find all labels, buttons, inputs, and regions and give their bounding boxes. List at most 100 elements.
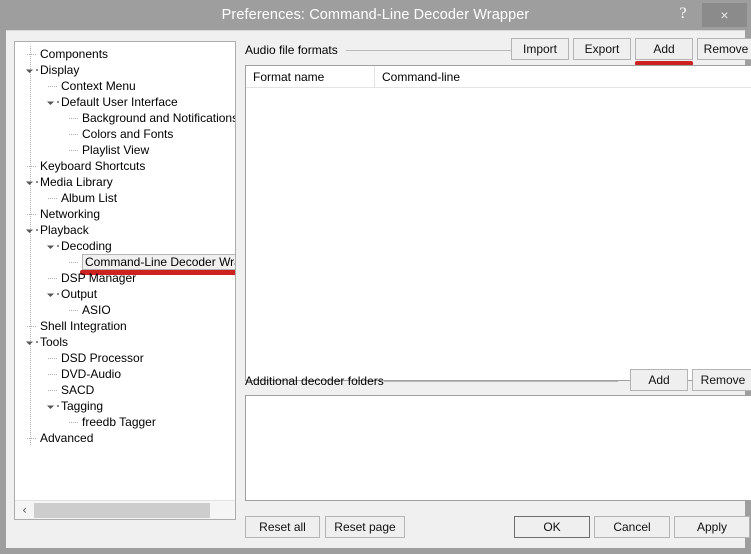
tree-connector: [27, 326, 36, 327]
tree-item[interactable]: Shell Integration: [15, 318, 235, 334]
add-formats-button[interactable]: Add: [635, 38, 693, 60]
tree-items: Components Display Context Menu Default Use…: [15, 46, 235, 499]
apply-button[interactable]: Apply: [674, 516, 750, 538]
tree-item[interactable]: Playlist View: [15, 142, 235, 158]
tree-connector: [48, 278, 57, 279]
tree-item[interactable]: Tagging: [15, 398, 235, 414]
export-button[interactable]: Export: [573, 38, 631, 60]
folders-list[interactable]: [245, 395, 751, 501]
tree-item[interactable]: Playback: [15, 222, 235, 238]
tree-item[interactable]: ASIO: [15, 302, 235, 318]
add-folder-button[interactable]: Add: [630, 369, 688, 391]
tree-item[interactable]: freedb Tagger: [15, 414, 235, 430]
expand-triangle-icon[interactable]: [25, 225, 34, 234]
tree-connector: [48, 86, 57, 87]
tree-connector: [69, 150, 78, 151]
tree-item[interactable]: Networking: [15, 206, 235, 222]
tree-item-label: Colors and Fonts: [82, 127, 174, 141]
tree-connector: [69, 422, 78, 423]
tree-item[interactable]: SACD: [15, 382, 235, 398]
tree-dot: [57, 101, 59, 103]
tree-connector: [48, 198, 57, 199]
tree-item[interactable]: DVD-Audio: [15, 366, 235, 382]
column-header-format-name[interactable]: Format name: [246, 66, 374, 88]
expand-triangle-icon[interactable]: [25, 337, 34, 346]
tree-dot: [36, 341, 38, 343]
tree-item-label: freedb Tagger: [82, 415, 156, 429]
audio-file-formats-label: Audio file formats: [245, 43, 338, 57]
tree-dot: [57, 245, 59, 247]
reset-page-button[interactable]: Reset page: [325, 516, 405, 538]
expand-triangle-icon[interactable]: [25, 177, 34, 186]
tree-connector: [69, 134, 78, 135]
window-title: Preferences: Command-Line Decoder Wrappe…: [221, 7, 530, 23]
tree-item-label: Tools: [40, 335, 69, 349]
expand-triangle-icon[interactable]: [46, 241, 55, 250]
cancel-button[interactable]: Cancel: [594, 516, 670, 538]
tree-item-label: Background and Notifications: [82, 111, 235, 125]
tree-item[interactable]: Colors and Fonts: [15, 126, 235, 142]
tree-item[interactable]: Keyboard Shortcuts: [15, 158, 235, 174]
tree-item-label: Album List: [61, 191, 118, 205]
expand-triangle-icon[interactable]: [46, 401, 55, 410]
reset-all-button[interactable]: Reset all: [245, 516, 320, 538]
tree-item-label: Display: [40, 63, 80, 77]
tree-item[interactable]: Default User Interface: [15, 94, 235, 110]
formats-list[interactable]: Format name Command-line: [245, 65, 751, 381]
tree-horizontal-scrollbar[interactable]: ‹ ›: [15, 500, 235, 519]
help-icon[interactable]: ?: [670, 1, 696, 27]
dialog-body: Components Display Context Menu Default Use…: [6, 30, 751, 548]
scroll-left-icon[interactable]: ‹: [16, 501, 33, 519]
tree-item[interactable]: Output: [15, 286, 235, 302]
tree-item[interactable]: Display: [15, 62, 235, 78]
tree-connector: [27, 438, 36, 439]
tree-item-label: Output: [61, 287, 98, 301]
tree-item-label: Playlist View: [82, 143, 150, 157]
tree-item[interactable]: DSP Manager: [15, 270, 235, 286]
tree-item-label: Playback: [40, 223, 89, 237]
tree-selected-item[interactable]: Command-Line Decoder Wrappe: [15, 254, 235, 270]
tree-item-label: Context Menu: [61, 79, 136, 93]
tree-item-label: ASIO: [82, 303, 111, 317]
tree-connector: [27, 166, 36, 167]
tree-dot: [57, 293, 59, 295]
tree-connector: [48, 374, 57, 375]
tree-item[interactable]: DSD Processor: [15, 350, 235, 366]
tree-item[interactable]: Media Library: [15, 174, 235, 190]
expand-triangle-icon[interactable]: [25, 65, 34, 74]
group-separator-line: [346, 50, 521, 51]
expand-triangle-icon[interactable]: [46, 289, 55, 298]
tree-item[interactable]: Tools: [15, 334, 235, 350]
tree-connector: [27, 54, 36, 55]
tree-item-label: Default User Interface: [61, 95, 178, 109]
tree-connector: [69, 118, 78, 119]
tree-connector: [48, 358, 57, 359]
tree-item-label: Components: [40, 47, 109, 61]
expand-triangle-icon[interactable]: [46, 97, 55, 106]
tree-connector: [48, 390, 57, 391]
tree-item-label: DVD-Audio: [61, 367, 122, 381]
settings-tree[interactable]: Components Display Context Menu Default Use…: [14, 41, 236, 520]
column-header-command-line[interactable]: Command-line: [375, 66, 750, 88]
remove-formats-button[interactable]: Remove: [697, 38, 751, 60]
tree-dot: [36, 181, 38, 183]
remove-folder-button[interactable]: Remove: [692, 369, 751, 391]
tree-item[interactable]: Components: [15, 46, 235, 62]
tree-connector: [69, 262, 78, 263]
tree-item-label: Decoding: [61, 239, 112, 253]
scrollbar-thumb[interactable]: [34, 503, 210, 518]
tree-item[interactable]: Context Menu: [15, 78, 235, 94]
tree-item[interactable]: Advanced: [15, 430, 235, 446]
ok-button[interactable]: OK: [514, 516, 590, 538]
close-icon[interactable]: ×: [702, 3, 747, 27]
preferences-dialog: Preferences: Command-Line Decoder Wrappe…: [0, 0, 751, 554]
formats-list-header: Format name Command-line: [246, 66, 751, 88]
tree-item[interactable]: Album List: [15, 190, 235, 206]
title-bar: Preferences: Command-Line Decoder Wrappe…: [0, 0, 751, 30]
tree-item[interactable]: Decoding: [15, 238, 235, 254]
tree-connector: [69, 310, 78, 311]
tree-item[interactable]: Background and Notifications: [15, 110, 235, 126]
tree-item-label: Networking: [40, 207, 101, 221]
additional-decoder-folders-label: Additional decoder folders: [245, 374, 384, 388]
import-button[interactable]: Import: [511, 38, 569, 60]
